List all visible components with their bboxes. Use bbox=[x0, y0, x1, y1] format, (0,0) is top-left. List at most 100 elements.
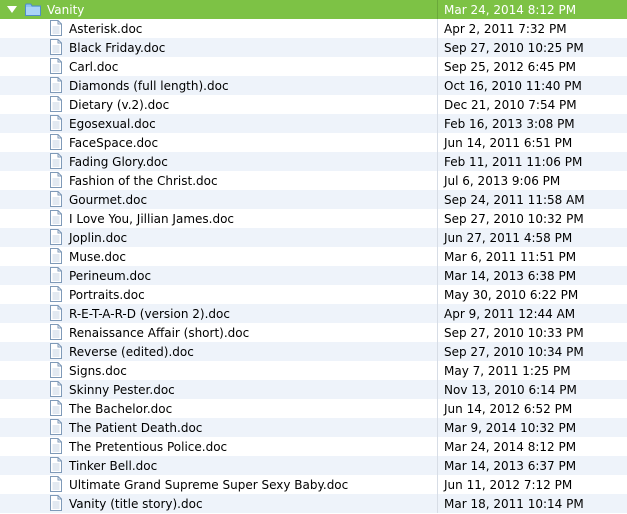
file-date: Mar 6, 2011 11:51 PM bbox=[444, 249, 577, 264]
file-name-cell: The Pretentious Police.doc bbox=[0, 437, 437, 456]
file-date: Apr 9, 2011 12:44 AM bbox=[444, 306, 576, 321]
document-icon bbox=[50, 476, 62, 492]
column-separator bbox=[437, 0, 438, 19]
file-name-cell: I Love You, Jillian James.doc bbox=[0, 209, 437, 228]
disclosure-triangle-icon[interactable] bbox=[7, 6, 17, 13]
file-row[interactable]: Dietary (v.2).doc Dec 21, 2010 7:54 PM bbox=[0, 95, 627, 114]
document-icon bbox=[50, 457, 62, 473]
file-date: Mar 9, 2014 10:32 PM bbox=[444, 420, 577, 435]
file-browser: Vanity Mar 24, 2014 8:12 PM Asterisk.doc… bbox=[0, 0, 627, 514]
file-name: Fashion of the Christ.doc bbox=[69, 173, 218, 188]
file-name-cell: Dietary (v.2).doc bbox=[0, 95, 437, 114]
file-row[interactable]: Ultimate Grand Supreme Super Sexy Baby.d… bbox=[0, 475, 627, 494]
file-name: Vanity (title story).doc bbox=[69, 496, 203, 511]
file-row[interactable]: Muse.doc Mar 6, 2011 11:51 PM bbox=[0, 247, 627, 266]
file-row[interactable]: The Patient Death.doc Mar 9, 2014 10:32 P… bbox=[0, 418, 627, 437]
file-row[interactable]: Egosexual.doc Feb 16, 2013 3:08 PM bbox=[0, 114, 627, 133]
file-name-cell: Vanity (title story).doc bbox=[0, 494, 437, 513]
file-name: Dietary (v.2).doc bbox=[69, 97, 170, 112]
file-name-cell: The Patient Death.doc bbox=[0, 418, 437, 437]
file-row[interactable]: Black Friday.doc Sep 27, 2010 10:25 PM bbox=[0, 38, 627, 57]
document-icon bbox=[50, 362, 62, 378]
file-row[interactable]: Renaissance Affair (short).doc Sep 27, 20… bbox=[0, 323, 627, 342]
file-name: Tinker Bell.doc bbox=[69, 458, 158, 473]
file-name: Portraits.doc bbox=[69, 287, 145, 302]
document-icon bbox=[50, 400, 62, 416]
file-row[interactable]: Perineum.doc Mar 14, 2013 6:38 PM bbox=[0, 266, 627, 285]
file-row[interactable]: Reverse (edited).doc Sep 27, 2010 10:34 P… bbox=[0, 342, 627, 361]
document-icon bbox=[50, 172, 62, 188]
column-separator bbox=[437, 418, 438, 437]
file-name-cell: Carl.doc bbox=[0, 57, 437, 76]
file-row[interactable]: Skinny Pester.doc Nov 13, 2010 6:14 PM bbox=[0, 380, 627, 399]
column-separator bbox=[437, 114, 438, 133]
file-name: FaceSpace.doc bbox=[69, 135, 159, 150]
column-separator bbox=[437, 456, 438, 475]
file-name-cell: Egosexual.doc bbox=[0, 114, 437, 133]
document-icon bbox=[50, 115, 62, 131]
file-name-cell: Gourmet.doc bbox=[0, 190, 437, 209]
file-name: Joplin.doc bbox=[69, 230, 128, 245]
file-row[interactable]: The Pretentious Police.doc Mar 24, 2014 8… bbox=[0, 437, 627, 456]
folder-name-cell: Vanity bbox=[0, 0, 437, 19]
document-icon bbox=[50, 134, 62, 150]
file-row[interactable]: The Bachelor.doc Jun 14, 2012 6:52 PM bbox=[0, 399, 627, 418]
file-row[interactable]: Diamonds (full length).doc Oct 16, 2010 1… bbox=[0, 76, 627, 95]
file-name: Reverse (edited).doc bbox=[69, 344, 194, 359]
file-date: Oct 16, 2010 11:40 PM bbox=[444, 78, 582, 93]
column-separator bbox=[437, 380, 438, 399]
file-row[interactable]: R-E-T-A-R-D (version 2).doc Apr 9, 2011 1… bbox=[0, 304, 627, 323]
file-date: Feb 11, 2011 11:06 PM bbox=[444, 154, 583, 169]
file-date: Jul 6, 2013 9:06 PM bbox=[444, 173, 561, 188]
file-name: Asterisk.doc bbox=[69, 21, 143, 36]
file-name: Diamonds (full length).doc bbox=[69, 78, 229, 93]
file-row[interactable]: Asterisk.doc Apr 2, 2011 7:32 PM bbox=[0, 19, 627, 38]
file-date: Sep 27, 2010 10:32 PM bbox=[444, 211, 584, 226]
file-date: Jun 27, 2011 4:58 PM bbox=[444, 230, 573, 245]
file-row[interactable]: Gourmet.doc Sep 24, 2011 11:58 AM bbox=[0, 190, 627, 209]
column-separator bbox=[437, 76, 438, 95]
file-name-cell: Joplin.doc bbox=[0, 228, 437, 247]
folder-row-vanity[interactable]: Vanity Mar 24, 2014 8:12 PM bbox=[0, 0, 627, 19]
column-separator bbox=[437, 285, 438, 304]
document-icon bbox=[50, 77, 62, 93]
column-separator bbox=[437, 342, 438, 361]
file-row[interactable]: FaceSpace.doc Jun 14, 2011 6:51 PM bbox=[0, 133, 627, 152]
file-name-cell: Tinker Bell.doc bbox=[0, 456, 437, 475]
file-date: Sep 27, 2010 10:33 PM bbox=[444, 325, 584, 340]
file-name-cell: Renaissance Affair (short).doc bbox=[0, 323, 437, 342]
file-row[interactable]: Carl.doc Sep 25, 2012 6:45 PM bbox=[0, 57, 627, 76]
file-row[interactable]: Joplin.doc Jun 27, 2011 4:58 PM bbox=[0, 228, 627, 247]
document-icon bbox=[50, 305, 62, 321]
file-name-cell: Portraits.doc bbox=[0, 285, 437, 304]
file-row[interactable]: Tinker Bell.doc Mar 14, 2013 6:37 PM bbox=[0, 456, 627, 475]
file-row[interactable]: I Love You, Jillian James.doc Sep 27, 201… bbox=[0, 209, 627, 228]
file-name: Egosexual.doc bbox=[69, 116, 156, 131]
column-separator bbox=[437, 38, 438, 57]
file-name: The Bachelor.doc bbox=[69, 401, 173, 416]
column-separator bbox=[437, 19, 438, 38]
column-separator bbox=[437, 133, 438, 152]
file-name-cell: Black Friday.doc bbox=[0, 38, 437, 57]
file-name-cell: The Bachelor.doc bbox=[0, 399, 437, 418]
column-separator bbox=[437, 494, 438, 513]
document-icon bbox=[50, 286, 62, 302]
column-separator bbox=[437, 304, 438, 323]
file-date: Mar 18, 2011 10:14 PM bbox=[444, 496, 584, 511]
column-separator bbox=[437, 152, 438, 171]
document-icon bbox=[50, 438, 62, 454]
file-name-cell: Ultimate Grand Supreme Super Sexy Baby.d… bbox=[0, 475, 437, 494]
file-date: Apr 2, 2011 7:32 PM bbox=[444, 21, 567, 36]
column-separator bbox=[437, 209, 438, 228]
file-date: Mar 14, 2013 6:38 PM bbox=[444, 268, 577, 283]
document-icon bbox=[50, 20, 62, 36]
column-separator bbox=[437, 399, 438, 418]
column-separator bbox=[437, 190, 438, 209]
file-row[interactable]: Fading Glory.doc Feb 11, 2011 11:06 PM bbox=[0, 152, 627, 171]
column-separator bbox=[437, 437, 438, 456]
file-row[interactable]: Vanity (title story).doc Mar 18, 2011 10:… bbox=[0, 494, 627, 513]
file-date: Dec 21, 2010 7:54 PM bbox=[444, 97, 577, 112]
file-row[interactable]: Portraits.doc May 30, 2010 6:22 PM bbox=[0, 285, 627, 304]
file-row[interactable]: Fashion of the Christ.doc Jul 6, 2013 9:0… bbox=[0, 171, 627, 190]
file-row[interactable]: Signs.doc May 7, 2011 1:25 PM bbox=[0, 361, 627, 380]
